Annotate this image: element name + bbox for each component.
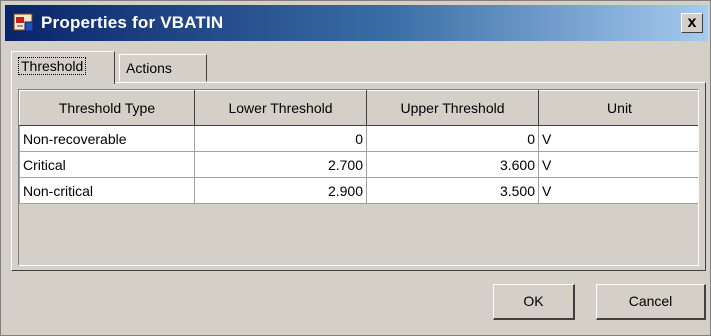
- threshold-table: Threshold Type Lower Threshold Upper Thr…: [19, 90, 698, 204]
- table-row[interactable]: Non-recoverable 0 0 V: [19, 125, 698, 152]
- upper-threshold-cell[interactable]: 3.500: [366, 177, 539, 204]
- unit-cell[interactable]: V: [538, 177, 698, 204]
- unit-cell[interactable]: V: [538, 151, 698, 178]
- column-header-lower-threshold[interactable]: Lower Threshold: [194, 90, 367, 126]
- close-icon[interactable]: x: [681, 13, 703, 33]
- threshold-type-cell[interactable]: Non-critical: [19, 177, 195, 204]
- lower-threshold-cell[interactable]: 2.900: [194, 177, 367, 204]
- dialog-title: Properties for VBATIN: [41, 13, 224, 32]
- properties-app-icon: [13, 12, 35, 34]
- threshold-type-cell[interactable]: Critical: [19, 151, 195, 178]
- upper-threshold-cell[interactable]: 0: [366, 125, 539, 152]
- table-row[interactable]: Critical 2.700 3.600 V: [19, 151, 698, 178]
- upper-threshold-cell[interactable]: 3.600: [366, 151, 539, 178]
- table-row[interactable]: Non-critical 2.900 3.500 V: [19, 177, 698, 204]
- threshold-table-area: Threshold Type Lower Threshold Upper Thr…: [18, 89, 699, 266]
- column-header-threshold-type[interactable]: Threshold Type: [19, 90, 195, 126]
- threshold-type-cell[interactable]: Non-recoverable: [19, 125, 195, 152]
- tab-threshold[interactable]: Threshold: [11, 51, 115, 84]
- lower-threshold-cell[interactable]: 2.700: [194, 151, 367, 178]
- lower-threshold-cell[interactable]: 0: [194, 125, 367, 152]
- threshold-panel: Threshold Type Lower Threshold Upper Thr…: [11, 82, 706, 271]
- column-header-unit[interactable]: Unit: [538, 90, 698, 126]
- table-header-row: Threshold Type Lower Threshold Upper Thr…: [19, 90, 698, 126]
- unit-cell[interactable]: V: [538, 125, 698, 152]
- properties-dialog: Properties for VBATIN x Threshold Action…: [0, 0, 711, 336]
- tab-actions[interactable]: Actions: [119, 54, 207, 81]
- column-header-upper-threshold[interactable]: Upper Threshold: [366, 90, 539, 126]
- title-bar[interactable]: Properties for VBATIN x: [5, 5, 708, 41]
- tab-threshold-label: Threshold: [18, 57, 87, 75]
- ok-button[interactable]: OK: [493, 284, 575, 320]
- tab-actions-label: Actions: [126, 60, 172, 76]
- cancel-button[interactable]: Cancel: [596, 284, 706, 320]
